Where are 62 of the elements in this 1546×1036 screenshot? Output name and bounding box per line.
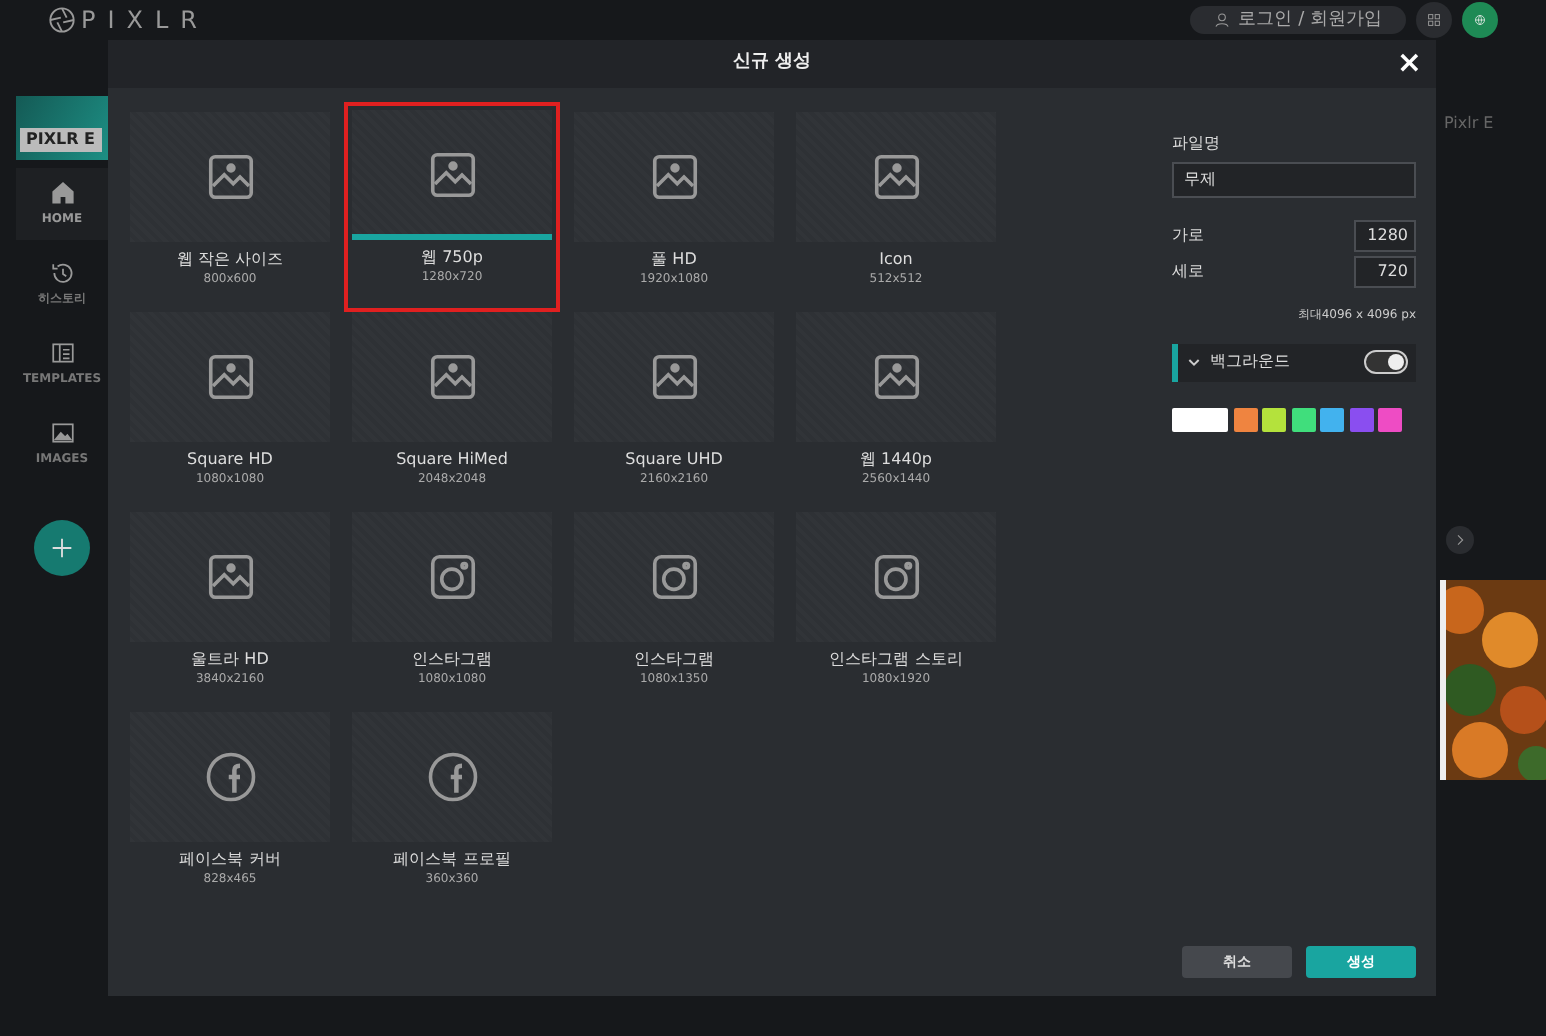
preset-name: Square HD bbox=[187, 450, 273, 470]
image-icon bbox=[203, 350, 257, 404]
preset-name: Square UHD bbox=[625, 450, 723, 470]
chevron-right-icon bbox=[1452, 532, 1468, 548]
width-field[interactable]: 1280 bbox=[1354, 219, 1416, 251]
field-label: 파일명 bbox=[1172, 132, 1222, 156]
image-icon bbox=[49, 420, 75, 446]
login-button[interactable]: 로그인 / 회원가입 bbox=[1190, 6, 1406, 34]
color-swatch[interactable] bbox=[1262, 407, 1286, 431]
image-icon bbox=[425, 148, 479, 202]
image-icon bbox=[869, 150, 923, 204]
facebook-icon bbox=[425, 750, 479, 804]
templates-icon bbox=[49, 340, 75, 366]
section-label: 백그라운드 bbox=[1210, 350, 1290, 374]
preset-name: 인스타그램 스토리 bbox=[829, 650, 963, 670]
field-label: 가로 bbox=[1172, 223, 1204, 247]
app-badge[interactable]: PIXLR E bbox=[16, 96, 108, 160]
plus-icon bbox=[48, 534, 76, 562]
image-icon bbox=[647, 350, 701, 404]
logo-text: PIXLR bbox=[81, 6, 210, 34]
image-icon bbox=[203, 550, 257, 604]
color-swatch[interactable] bbox=[1349, 407, 1373, 431]
preset-name: 페이스북 커버 bbox=[179, 850, 281, 870]
editor-label: Pixlr E bbox=[1444, 112, 1494, 136]
filename-field[interactable]: 무제 bbox=[1172, 161, 1416, 197]
color-swatch[interactable] bbox=[1172, 407, 1228, 431]
home-icon bbox=[49, 180, 75, 206]
facebook-icon bbox=[203, 750, 257, 804]
close-button[interactable]: × bbox=[1390, 44, 1428, 80]
preset-name: Icon bbox=[879, 250, 913, 270]
color-swatch[interactable] bbox=[1378, 407, 1402, 431]
camera-icon bbox=[425, 550, 479, 604]
height-field[interactable]: 720 bbox=[1354, 255, 1416, 287]
preset-name: 웹 1440p bbox=[860, 450, 932, 470]
image-icon bbox=[869, 350, 923, 404]
next-button[interactable] bbox=[1446, 526, 1474, 554]
preset-name: 웹 750p bbox=[421, 248, 483, 268]
add-button[interactable] bbox=[34, 520, 90, 576]
aperture-logo-icon bbox=[48, 6, 76, 34]
field-label: 세로 bbox=[1172, 259, 1204, 283]
preset-name: Square HiMed bbox=[396, 450, 508, 470]
image-icon bbox=[425, 350, 479, 404]
preset-name: 인스타그램 bbox=[412, 650, 492, 670]
camera-icon bbox=[647, 550, 701, 604]
dialog-title: 신규 생성 bbox=[732, 50, 812, 77]
color-swatch[interactable] bbox=[1320, 407, 1344, 431]
grid-icon bbox=[1428, 10, 1440, 30]
preset-name: 울트라 HD bbox=[191, 650, 269, 670]
color-swatch[interactable] bbox=[1291, 407, 1315, 431]
preset-name: 페이스북 프로필 bbox=[393, 850, 511, 870]
background-toggle[interactable] bbox=[1364, 350, 1408, 374]
preset-name: 인스타그램 bbox=[634, 650, 714, 670]
preset-name: 웹 작은 사이즈 bbox=[176, 250, 284, 270]
camera-icon bbox=[869, 550, 923, 604]
history-icon bbox=[49, 260, 75, 286]
image-icon bbox=[647, 150, 701, 204]
apps-button[interactable] bbox=[1416, 2, 1452, 38]
language-button[interactable] bbox=[1462, 2, 1498, 38]
color-swatch[interactable] bbox=[1233, 407, 1257, 431]
preset-name: 풀 HD bbox=[651, 250, 697, 270]
user-icon bbox=[1214, 11, 1231, 28]
image-icon bbox=[203, 150, 257, 204]
